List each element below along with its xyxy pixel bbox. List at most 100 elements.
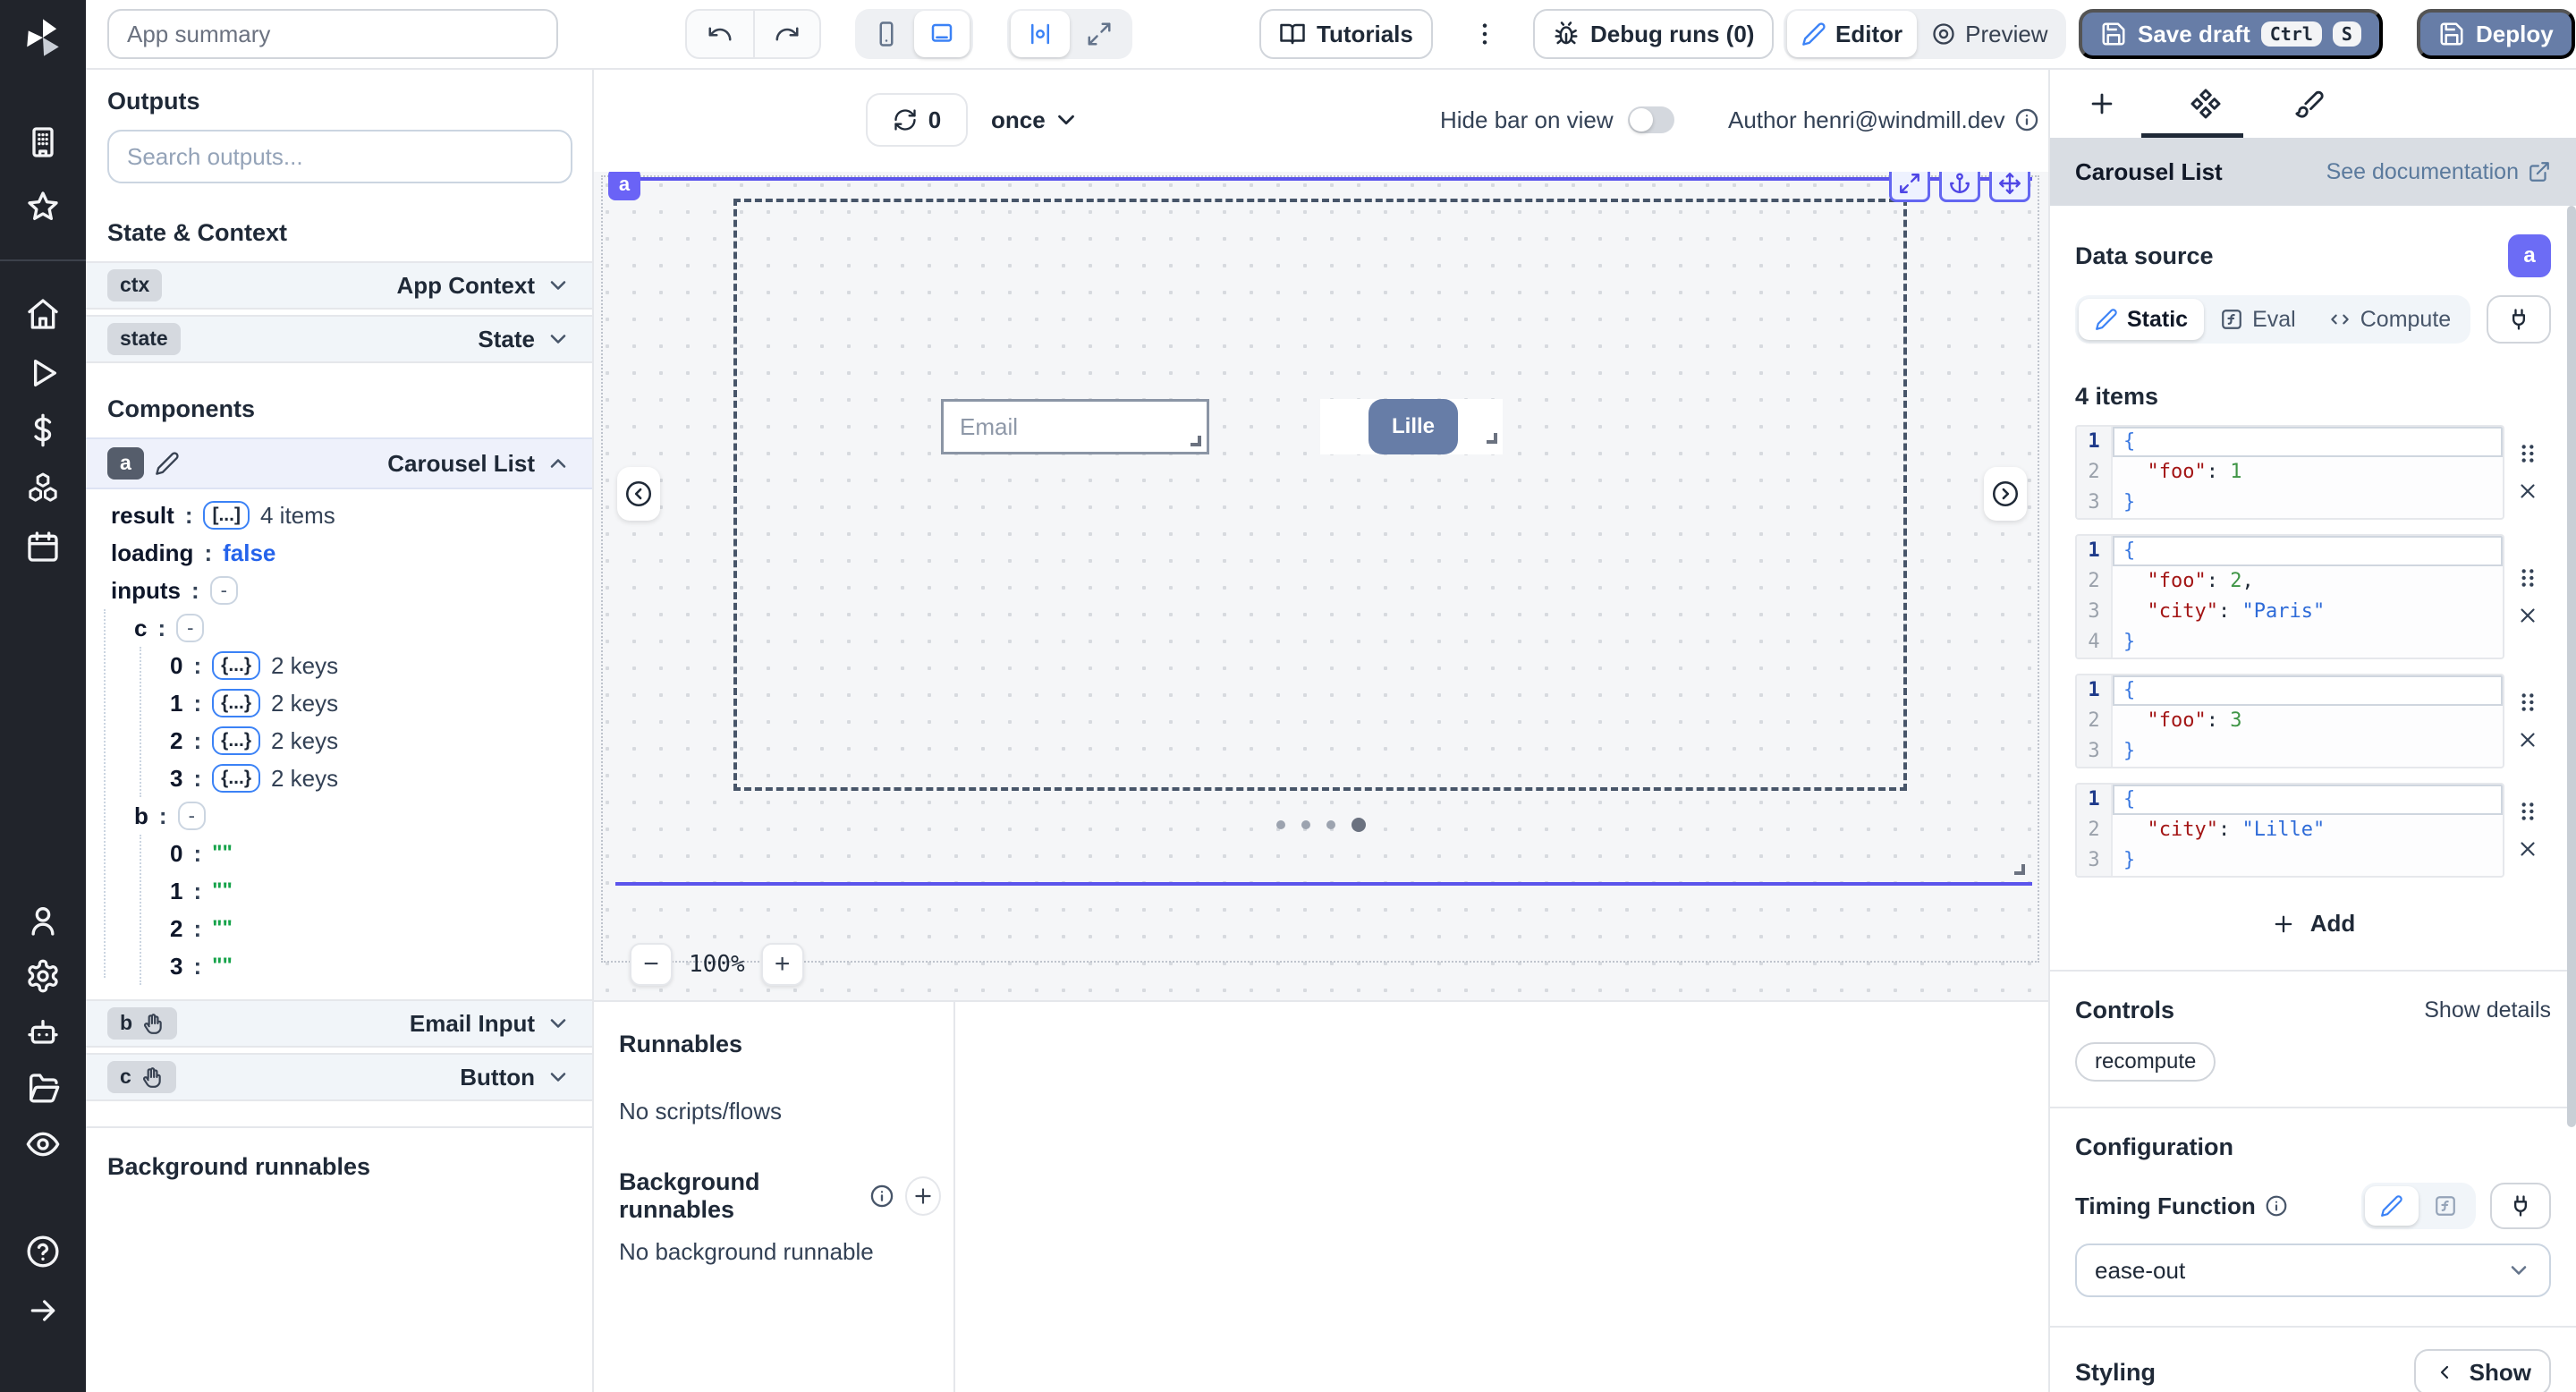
debug-runs-button[interactable]: Debug runs (0) bbox=[1533, 9, 1774, 59]
carousel-prev-button[interactable] bbox=[617, 467, 660, 521]
redo-button[interactable] bbox=[753, 11, 819, 57]
output-tree-row[interactable]: 1:{...}2 keys bbox=[86, 684, 592, 722]
component-row-c[interactable]: c Button bbox=[86, 1053, 592, 1101]
button-component-cell[interactable]: Lille bbox=[1320, 399, 1503, 454]
output-tree-row[interactable]: 2:"" bbox=[86, 910, 592, 947]
static-pencil-button[interactable] bbox=[2365, 1186, 2419, 1226]
output-tree-row[interactable]: 3:{...}2 keys bbox=[86, 760, 592, 797]
delete-item-icon[interactable] bbox=[2516, 837, 2539, 861]
drag-handle-icon[interactable] bbox=[2516, 442, 2539, 465]
info-icon[interactable] bbox=[2265, 1194, 2288, 1218]
workspace-icon[interactable] bbox=[25, 123, 61, 160]
info-icon[interactable] bbox=[869, 1184, 894, 1209]
help-icon[interactable] bbox=[25, 1233, 61, 1269]
output-tree-row[interactable]: b:- bbox=[86, 797, 592, 835]
schedule-select[interactable]: once bbox=[991, 93, 1080, 147]
see-documentation-link[interactable]: See documentation bbox=[2326, 159, 2551, 185]
add-background-runnable-button[interactable] bbox=[905, 1176, 941, 1216]
resize-handle[interactable] bbox=[2014, 864, 2025, 875]
output-tree-row[interactable]: 2:{...}2 keys bbox=[86, 722, 592, 760]
carousel-dot[interactable] bbox=[1276, 820, 1285, 829]
zoom-in-button[interactable]: + bbox=[761, 943, 804, 986]
schedules-calendar-icon[interactable] bbox=[25, 528, 61, 564]
tutorials-button[interactable]: Tutorials bbox=[1259, 9, 1433, 59]
email-input-component[interactable]: Email bbox=[941, 399, 1209, 454]
output-tree-row[interactable]: 0:{...}2 keys bbox=[86, 647, 592, 684]
component-row-a[interactable]: a Carousel List bbox=[86, 437, 592, 489]
output-tree-row[interactable]: 1:"" bbox=[86, 872, 592, 910]
show-details-link[interactable]: Show details bbox=[2424, 997, 2551, 1023]
drag-handle-icon[interactable] bbox=[2516, 566, 2539, 590]
recompute-badge[interactable]: recompute bbox=[2075, 1042, 2216, 1082]
insert-component-tab[interactable] bbox=[2050, 89, 2154, 119]
editor-tab[interactable]: Editor bbox=[1787, 11, 1917, 57]
expand-component-button[interactable] bbox=[1889, 172, 1930, 202]
ctx-row[interactable]: ctx App Context bbox=[86, 261, 592, 310]
output-tree-row[interactable]: 0:"" bbox=[86, 835, 592, 872]
tree-expand-badge[interactable]: [...] bbox=[203, 501, 250, 530]
variables-dollar-icon[interactable] bbox=[25, 412, 61, 448]
settings-gear-icon[interactable] bbox=[25, 957, 61, 994]
delete-item-icon[interactable] bbox=[2516, 604, 2539, 627]
timing-function-select[interactable]: ease-out bbox=[2075, 1243, 2551, 1297]
carousel-dot[interactable] bbox=[1301, 820, 1310, 829]
anchor-component-button[interactable] bbox=[1939, 172, 1980, 202]
scrollbar-thumb[interactable] bbox=[2567, 206, 2576, 1127]
mobile-view-button[interactable] bbox=[859, 11, 914, 57]
center-layout-button[interactable] bbox=[1011, 11, 1070, 57]
desktop-view-button[interactable] bbox=[914, 11, 970, 57]
output-tree-row[interactable]: result:[...]4 items bbox=[86, 497, 592, 534]
drag-handle-icon[interactable] bbox=[2516, 800, 2539, 823]
add-item-button[interactable]: Add bbox=[2271, 910, 2356, 938]
audit-eye-icon[interactable] bbox=[25, 1125, 61, 1162]
connect-plug-button[interactable] bbox=[2490, 1183, 2551, 1229]
deploy-button[interactable]: Deploy bbox=[2417, 9, 2575, 59]
json-editor[interactable]: 1{2 "city": "Lille"3} bbox=[2075, 783, 2504, 878]
favorites-star-icon[interactable] bbox=[25, 188, 61, 225]
json-editor[interactable]: 1{2 "foo": 2,3 "city": "Paris"4} bbox=[2075, 534, 2504, 659]
eval-mode-button[interactable]: Eval bbox=[2204, 299, 2312, 340]
collapse-arrow-icon[interactable] bbox=[25, 1292, 61, 1328]
show-styling-button[interactable]: Show bbox=[2414, 1349, 2551, 1392]
resize-handle[interactable] bbox=[1191, 436, 1201, 446]
carousel-dot[interactable] bbox=[1326, 820, 1335, 829]
ai-bot-icon[interactable] bbox=[25, 1014, 61, 1051]
json-editor[interactable]: 1{2 "foo": 13} bbox=[2075, 425, 2504, 520]
save-draft-button[interactable]: Save draft Ctrl S bbox=[2079, 9, 2383, 59]
search-outputs-input[interactable] bbox=[107, 130, 572, 183]
preview-tab[interactable]: Preview bbox=[1917, 11, 2062, 57]
rename-pencil-icon[interactable] bbox=[155, 451, 180, 476]
refresh-count-button[interactable]: 0 bbox=[866, 93, 968, 147]
tree-expand-badge[interactable]: {...} bbox=[212, 689, 260, 717]
component-row-b[interactable]: b Email Input bbox=[86, 999, 592, 1048]
runs-play-icon[interactable] bbox=[25, 354, 61, 391]
output-tree-row[interactable]: inputs:- bbox=[86, 572, 592, 609]
output-tree-row[interactable]: c:- bbox=[86, 609, 592, 647]
tree-expand-badge[interactable]: - bbox=[178, 802, 206, 830]
tree-expand-badge[interactable]: {...} bbox=[212, 726, 260, 755]
component-settings-tab[interactable] bbox=[2154, 88, 2258, 120]
users-icon[interactable] bbox=[25, 902, 61, 938]
eval-function-button[interactable] bbox=[2419, 1186, 2472, 1226]
output-tree-row[interactable]: loading:false bbox=[86, 534, 592, 572]
carousel-next-button[interactable] bbox=[1984, 467, 2027, 521]
undo-button[interactable] bbox=[687, 11, 753, 57]
full-width-button[interactable] bbox=[1070, 11, 1129, 57]
output-tree-row[interactable]: 3:"" bbox=[86, 947, 592, 985]
hide-bar-toggle[interactable] bbox=[1628, 106, 1674, 133]
more-menu-kebab-icon[interactable] bbox=[1470, 9, 1499, 59]
app-summary-input[interactable] bbox=[107, 9, 558, 59]
zoom-out-button[interactable]: − bbox=[630, 943, 673, 986]
json-editor[interactable]: 1{2 "foo": 33} bbox=[2075, 674, 2504, 768]
tree-expand-badge[interactable]: {...} bbox=[212, 764, 260, 793]
tree-expand-badge[interactable]: {...} bbox=[212, 651, 260, 680]
lille-button-component[interactable]: Lille bbox=[1368, 399, 1458, 454]
compute-mode-button[interactable]: Compute bbox=[2312, 299, 2467, 340]
styling-tab[interactable] bbox=[2258, 89, 2361, 119]
folders-icon[interactable] bbox=[25, 1070, 61, 1107]
carousel-item-container[interactable] bbox=[733, 199, 1907, 791]
connect-plug-button[interactable] bbox=[2487, 295, 2551, 344]
resize-handle[interactable] bbox=[1487, 433, 1497, 444]
tree-expand-badge[interactable]: - bbox=[176, 614, 204, 642]
windmill-logo-icon[interactable] bbox=[20, 14, 66, 68]
